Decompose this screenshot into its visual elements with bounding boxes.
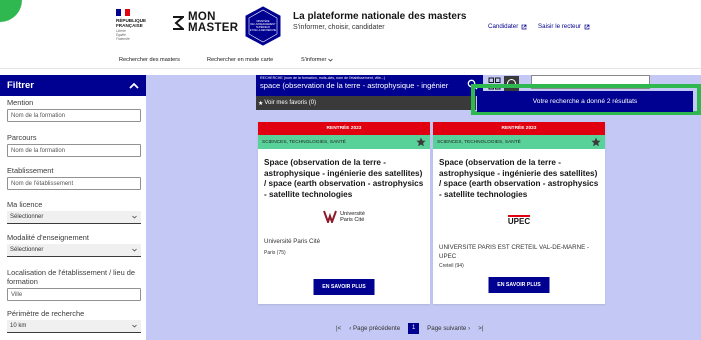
universite-paris-cite-logo: Université Paris Cité [258, 210, 430, 223]
localisation-field: Localisation de l'établissement / lieu d… [7, 268, 141, 301]
chevron-down-icon [132, 215, 137, 219]
motto-3: Fraternité [116, 37, 130, 41]
nav-s-informer-label: S'informer [301, 57, 327, 63]
search-input[interactable]: space (observation de la terre - astroph… [260, 81, 452, 91]
card-title: Space (observation de la terre - astroph… [439, 158, 599, 199]
chevron-up-icon[interactable] [129, 82, 139, 89]
favorites-label: Voir mes favoris (0) [264, 100, 317, 106]
etablissement-label: Etablissement [7, 166, 54, 175]
mon-master-chevron-icon [173, 16, 184, 30]
formation-card[interactable]: RENTRÉE 2023 SCIENCES, TECHNOLOGIES, SAN… [258, 122, 430, 304]
chevron-down-icon [328, 58, 334, 62]
candidater-link[interactable]: Candidater [488, 23, 527, 30]
saisir-recteur-label: Saisir le recteur [538, 23, 581, 30]
localisation-label: Localisation de l'établissement / lieu d… [7, 268, 135, 286]
nav-rechercher-masters[interactable]: Rechercher des masters [119, 57, 180, 63]
republic-motto: Liberté Égalité Fraternité [116, 29, 146, 41]
mon-master-logo[interactable]: MON MASTER [172, 11, 239, 34]
licence-select-value: Sélectionner [10, 214, 44, 220]
brand-line-2: MASTER [188, 22, 239, 34]
perimetre-label: Périmètre de recherche [7, 309, 85, 318]
card-institution: UNIVERSITE PARIS EST CRETEIL VAL-DE-MARN… [439, 244, 590, 260]
card-rentree: RENTRÉE 2023 [258, 122, 430, 135]
republic-line-2: FRANÇAISE [116, 23, 143, 28]
chevron-down-icon [132, 324, 137, 328]
badge-line-4: ET DE LA RECHERCHE [249, 29, 277, 32]
filter-title: Filtrer [7, 80, 34, 91]
formation-card[interactable]: RENTRÉE 2023 SCIENCES, TECHNOLOGIES, SAN… [433, 122, 605, 304]
etablissement-input[interactable]: Nom de l'établissement [7, 177, 141, 190]
first-page-button[interactable]: |< [336, 325, 341, 332]
perimetre-select-value: 10 km [10, 323, 27, 329]
pagination: |< ‹ Page précédente 1 Page suivante › >… [336, 321, 483, 335]
licence-label: Ma licence [7, 200, 43, 209]
site-title: La plateforme nationale des masters [293, 11, 467, 22]
logo-line-1: Université [340, 210, 365, 217]
card-rentree: RENTRÉE 2023 [433, 122, 605, 135]
mention-field: Mention Nom de la formation [7, 98, 141, 122]
perimetre-field: Périmètre de recherche 10 km [7, 309, 141, 333]
favorite-star-icon[interactable] [416, 137, 426, 147]
next-page-label: Page suivante [427, 324, 467, 332]
upec-logo-text: UPEC [507, 215, 531, 226]
mention-input[interactable]: Nom de la formation [7, 109, 141, 122]
logo-line-2: Paris Cité [340, 216, 365, 223]
last-page-button[interactable]: >| [478, 325, 483, 332]
search-box[interactable]: RECHERCHE (nom de la formation, mots-clé… [256, 75, 483, 96]
results-count: Votre recherche a donné 2 résultats [477, 91, 693, 112]
favorite-star-icon[interactable] [591, 137, 601, 147]
site-subtitle: S'informer, choisir, candidater [293, 24, 385, 31]
modalite-field: Modalité d'enseignement Sélectionner [7, 233, 141, 257]
previous-page-button[interactable]: ‹ Page précédente [349, 325, 400, 332]
ministry-badge: MINISTÈRE DE L'ENSEIGNEMENT SUPÉRIEUR ET… [243, 6, 283, 46]
results-area: RECHERCHE (nom de la formation, mots-clé… [146, 75, 701, 340]
etablissement-field: Etablissement Nom de l'établissement [7, 166, 141, 190]
nav-mode-carte[interactable]: Rechercher en mode carte [207, 57, 273, 63]
nav-s-informer[interactable]: S'informer [301, 57, 334, 63]
chevron-down-icon [132, 248, 137, 252]
licence-select[interactable]: Sélectionner [7, 211, 141, 224]
next-page-button[interactable]: Page suivante › [427, 325, 470, 332]
filter-sidebar: Filtrer Mention Nom de la formation Parc… [0, 75, 146, 340]
external-link-icon [521, 24, 527, 29]
candidater-label: Candidater [488, 23, 519, 30]
parcours-field: Parcours Nom de la formation [7, 133, 141, 157]
modalite-select-value: Sélectionner [10, 247, 44, 253]
filter-header[interactable]: Filtrer [0, 75, 146, 96]
previous-page-label: Page précédente [353, 324, 401, 332]
french-flag-icon [116, 9, 131, 16]
star-icon: ★ [258, 100, 264, 107]
main-nav: Rechercher des masters Rechercher en mod… [0, 52, 701, 69]
card-institution: Université Paris Cité [264, 238, 321, 245]
perimetre-select[interactable]: 10 km [7, 320, 141, 333]
parcours-label: Parcours [7, 133, 37, 142]
republique-francaise-logo[interactable]: RÉPUBLIQUE FRANÇAISE Liberté Égalité Fra… [116, 9, 146, 41]
modalite-select[interactable]: Sélectionner [7, 244, 141, 257]
ville-input[interactable]: Ville [7, 288, 141, 301]
paris-cite-emblem-icon [323, 210, 338, 223]
licence-field: Ma licence Sélectionner [7, 200, 141, 224]
card-domain: SCIENCES, TECHNOLOGIES, SANTÉ [433, 135, 605, 149]
site-header: RÉPUBLIQUE FRANÇAISE Liberté Égalité Fra… [0, 0, 701, 52]
favorites-bar[interactable]: ★ Voir mes favoris (0) [256, 96, 476, 110]
card-domain-label: SCIENCES, TECHNOLOGIES, SANTÉ [437, 139, 521, 145]
card-city: Paris (75) [264, 250, 286, 256]
upec-logo: UPEC [433, 215, 605, 226]
modalite-label: Modalité d'enseignement [7, 233, 89, 242]
card-domain: SCIENCES, TECHNOLOGIES, SANTÉ [258, 135, 430, 149]
saisir-recteur-link[interactable]: Saisir le recteur [538, 23, 590, 30]
en-savoir-plus-button[interactable]: EN SAVOIR PLUS [313, 279, 375, 295]
mention-label: Mention [7, 98, 34, 107]
card-city: Creteil (94) [439, 263, 464, 269]
en-savoir-plus-button[interactable]: EN SAVOIR PLUS [488, 277, 550, 293]
card-domain-label: SCIENCES, TECHNOLOGIES, SANTÉ [262, 139, 346, 145]
external-link-icon [584, 24, 590, 29]
parcours-input[interactable]: Nom de la formation [7, 144, 141, 157]
current-page[interactable]: 1 [408, 322, 420, 334]
card-title: Space (observation de la terre - astroph… [264, 158, 424, 199]
